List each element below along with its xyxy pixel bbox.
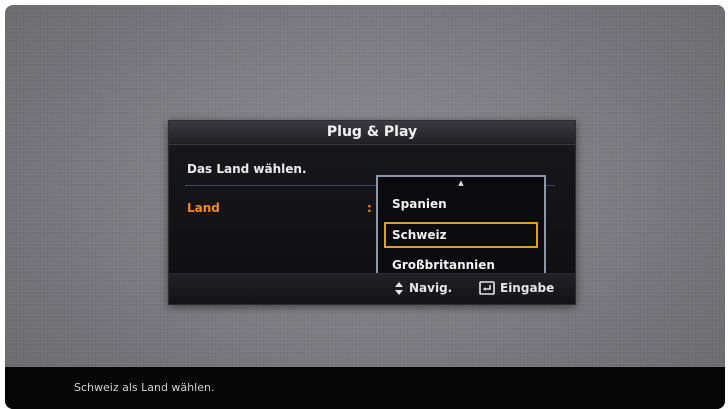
status-bar: Schweiz als Land wählen. — [5, 367, 725, 409]
country-option-schweiz-selected[interactable]: Schweiz — [384, 222, 538, 248]
dialog-footer: Navig. Eingabe — [169, 273, 575, 304]
enter-hint: Eingabe — [479, 281, 554, 295]
country-prompt: Das Land wählen. — [187, 162, 307, 176]
country-field-label: Land — [187, 201, 220, 215]
country-option-spanien[interactable]: Spanien — [384, 191, 538, 217]
enter-label: Eingabe — [500, 281, 555, 295]
arrow-up-icon[interactable]: ▲ — [458, 180, 463, 187]
plug-and-play-dialog: Plug & Play Das Land wählen. Land : ▲ Sp… — [168, 120, 576, 305]
field-separator: : — [367, 201, 372, 215]
navigate-hint: Navig. — [395, 281, 452, 295]
navigate-label: Navig. — [409, 281, 453, 295]
enter-icon — [479, 281, 495, 295]
up-down-arrows-icon — [395, 281, 404, 295]
tv-screen: Plug & Play Das Land wählen. Land : ▲ Sp… — [5, 5, 725, 409]
dialog-title: Plug & Play — [169, 121, 575, 145]
status-text: Schweiz als Land wählen. — [74, 381, 215, 394]
dialog-body: Das Land wählen. Land : ▲ Spanien Schwei… — [169, 145, 575, 294]
